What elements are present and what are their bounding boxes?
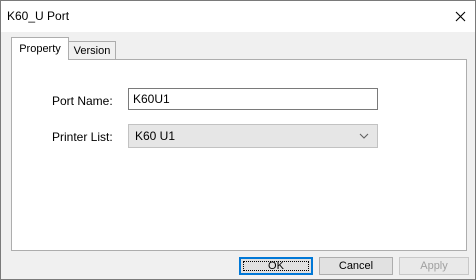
tab-property-label: Property [19,43,61,55]
ok-button[interactable]: OK [239,257,313,275]
port-name-input[interactable]: K60U1 [128,88,378,110]
port-dialog: K60_U Port Property Version Port Name: K… [0,0,476,280]
cancel-button[interactable]: Cancel [319,257,393,275]
close-button[interactable] [445,1,475,32]
chevron-down-icon [359,133,369,139]
apply-button-label: Apply [420,260,448,272]
title-bar: K60_U Port [1,1,475,32]
cancel-button-label: Cancel [338,260,374,272]
apply-button[interactable]: Apply [399,257,469,275]
port-name-label: Port Name: [52,94,113,108]
property-panel: Port Name: K60U1 Printer List: K60 U1 [11,59,467,251]
printer-list-value: K60 U1 [135,129,176,143]
tab-version-label: Version [73,45,111,57]
tab-version[interactable]: Version [68,41,116,60]
close-icon [455,11,465,22]
printer-list-select[interactable]: K60 U1 [128,124,378,148]
tab-property[interactable]: Property [11,37,69,60]
focus-ring [243,261,309,271]
printer-list-label: Printer List: [52,130,113,144]
window-title: K60_U Port [7,9,70,23]
